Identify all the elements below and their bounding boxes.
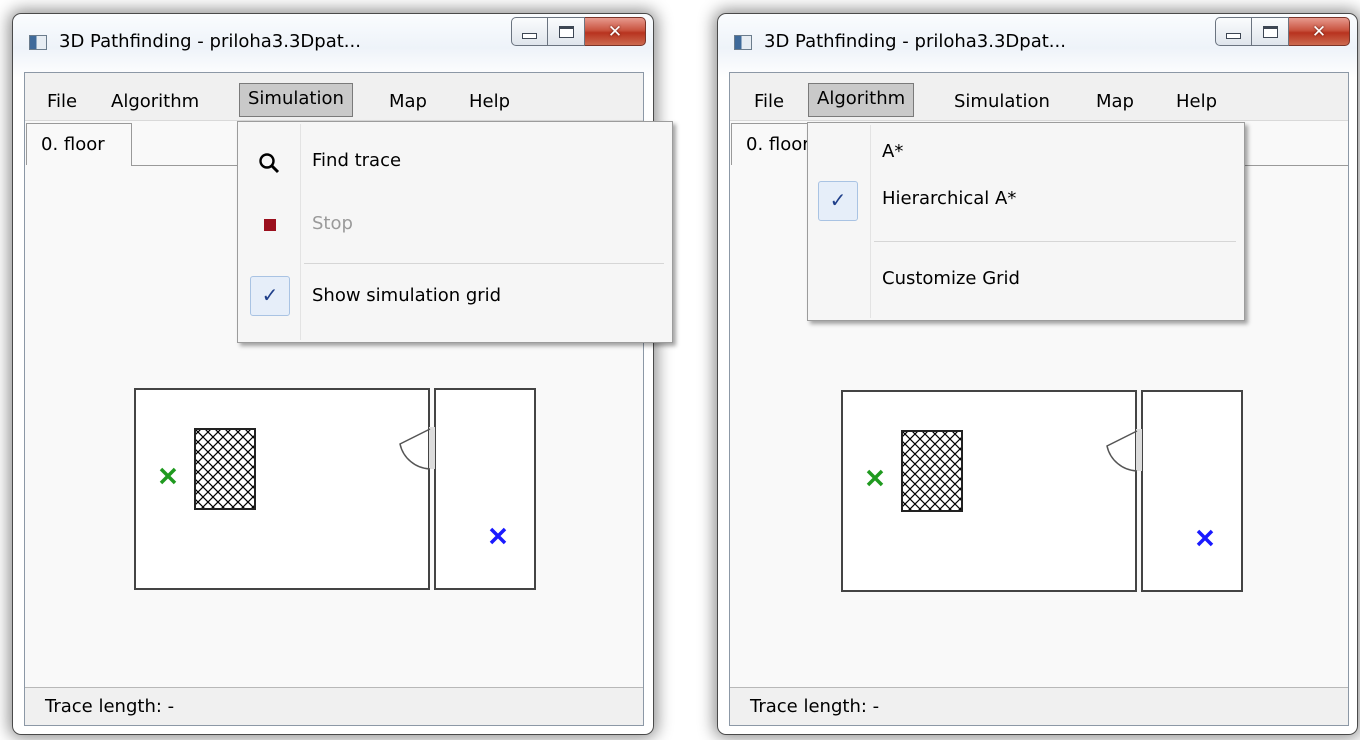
menu-item-label: Hierarchical A* [882, 188, 1017, 209]
app-window-algorithm-menu: 3D Pathfinding - priloha3.3Dpat... ✕ Fil… [717, 13, 1358, 735]
minimize-icon [522, 32, 537, 39]
menu-item-a-star[interactable]: A* [808, 141, 1244, 169]
room-left [841, 390, 1137, 592]
trace-length-text: Trace length: - [45, 696, 175, 717]
menu-item-label: Customize Grid [882, 268, 1020, 289]
floor-plan-map[interactable] [133, 387, 539, 593]
close-button[interactable]: ✕ [585, 17, 646, 46]
app-icon [734, 35, 752, 50]
search-icon [259, 153, 280, 174]
app-icon [29, 35, 47, 50]
maximize-icon [1262, 25, 1278, 38]
obstacle [901, 430, 963, 512]
menu-item-stop[interactable]: Stop [238, 213, 672, 243]
tab-floor-0[interactable]: 0. floor [26, 123, 132, 165]
trace-length-text: Trace length: - [750, 696, 880, 717]
menu-separator [874, 241, 1236, 242]
obstacle [194, 428, 256, 510]
close-icon: ✕ [1311, 21, 1327, 42]
menu-algorithm[interactable]: Algorithm [808, 83, 915, 117]
check-icon: ✓ [818, 181, 858, 221]
menu-item-label: Show simulation grid [312, 285, 502, 306]
close-icon: ✕ [607, 21, 623, 42]
minimize-button[interactable] [1215, 17, 1252, 46]
menu-item-label: Find trace [312, 150, 402, 171]
doorway [1136, 429, 1142, 471]
minimize-button[interactable] [511, 17, 548, 46]
room-left [134, 388, 430, 590]
menu-map[interactable]: Map [1088, 87, 1142, 121]
window-title: 3D Pathfinding - priloha3.3Dpat... [59, 31, 361, 52]
menu-simulation[interactable]: Simulation [946, 87, 1058, 121]
menu-file[interactable]: File [39, 87, 85, 121]
menu-item-label: A* [882, 141, 904, 162]
status-bar: Trace length: - [25, 687, 643, 725]
doorway [429, 427, 435, 469]
menu-item-label: Stop [312, 213, 353, 234]
caption-buttons: ✕ [511, 17, 646, 48]
app-window-simulation-menu: 3D Pathfinding - priloha3.3Dpat... ✕ Fil… [12, 13, 673, 735]
menu-algorithm[interactable]: Algorithm [103, 87, 207, 121]
window-title: 3D Pathfinding - priloha3.3Dpat... [764, 31, 1066, 52]
menu-file[interactable]: File [746, 87, 792, 121]
title-bar[interactable]: 3D Pathfinding - priloha3.3Dpat... ✕ [718, 14, 1357, 72]
menu-item-customize-grid[interactable]: Customize Grid [808, 268, 1244, 296]
title-bar[interactable]: 3D Pathfinding - priloha3.3Dpat... ✕ [13, 14, 653, 72]
floor-plan-map[interactable] [840, 389, 1246, 595]
menu-map[interactable]: Map [381, 87, 435, 121]
menu-bar: File Algorithm Simulation Map Help [730, 73, 1348, 121]
stop-icon [264, 219, 276, 231]
menu-item-find-trace[interactable]: Find trace [238, 150, 672, 180]
menu-item-show-simulation-grid[interactable]: ✓ Show simulation grid [238, 276, 672, 316]
minimize-icon [1226, 32, 1241, 39]
menu-bar: File Algorithm Simulation Map Help [25, 73, 643, 121]
room-right [434, 388, 536, 590]
menu-simulation[interactable]: Simulation [239, 83, 353, 117]
caption-buttons: ✕ [1215, 17, 1350, 48]
simulation-dropdown-menu: Find trace Stop ✓ Show simulation grid [237, 121, 673, 343]
menu-item-hierarchical-a-star[interactable]: ✓ Hierarchical A* [808, 181, 1244, 221]
menu-help[interactable]: Help [461, 87, 518, 121]
algorithm-dropdown-menu: A* ✓ Hierarchical A* Customize Grid [807, 122, 1245, 321]
menu-separator [304, 263, 664, 264]
room-right [1141, 390, 1243, 592]
maximize-button[interactable] [548, 17, 585, 46]
maximize-icon [558, 25, 574, 38]
maximize-button[interactable] [1252, 17, 1289, 46]
menu-help[interactable]: Help [1168, 87, 1225, 121]
check-icon: ✓ [250, 276, 290, 316]
close-button[interactable]: ✕ [1289, 17, 1350, 46]
status-bar: Trace length: - [730, 687, 1348, 725]
